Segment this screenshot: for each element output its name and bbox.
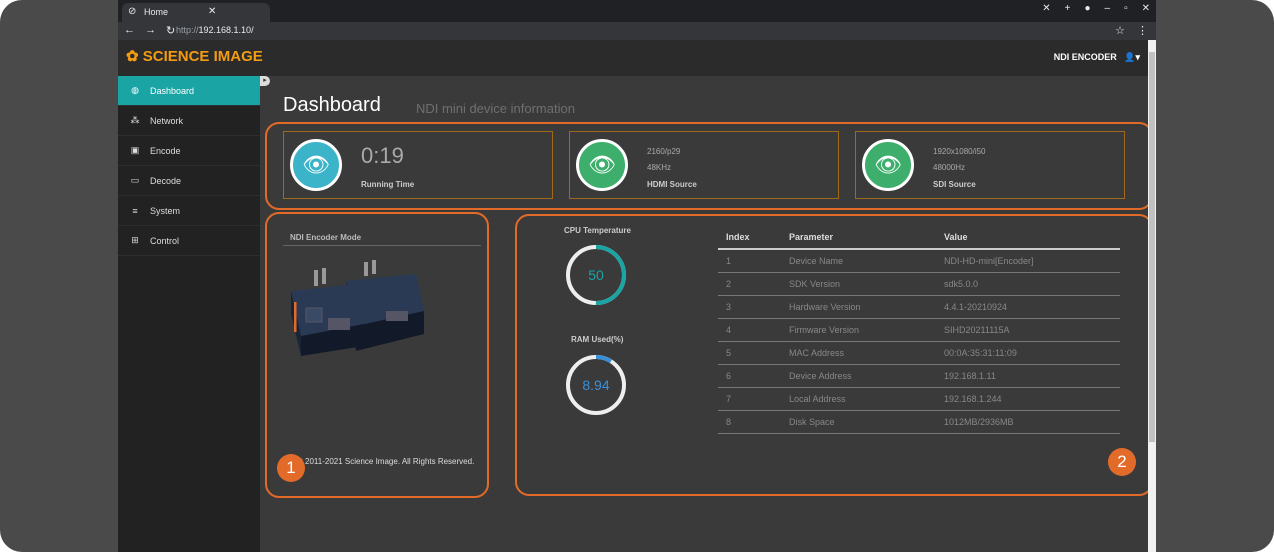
highlight-box-2 [515, 214, 1153, 496]
sidebar: ◍ Dashboard ⁂ Network ▣ Encode ▭ Decode ≡ Sys… [118, 76, 260, 552]
tab-title: Home [144, 7, 169, 17]
device-mode-label: NDI ENCODER [1053, 52, 1117, 62]
page-title: Dashboard [283, 94, 381, 116]
network-icon: ⁂ [130, 115, 140, 125]
sidebar-item-encode[interactable]: ▣ Encode [118, 136, 260, 166]
scrollbar[interactable] [1148, 40, 1156, 552]
callout-badge-1: 1 [277, 454, 305, 482]
sidebar-item-label: System [150, 205, 181, 216]
page-subtitle: NDI mini device information [416, 101, 575, 116]
screenshot-frame: ⊘ Home ✕ ✕ + ● – ▫ ✕ ← → ↻ http://192.16… [0, 0, 1274, 552]
close-window-icon[interactable]: ✕ [1142, 3, 1150, 14]
sidebar-item-label: Dashboard [150, 85, 195, 96]
dashboard-icon: ◍ [131, 85, 139, 95]
new-tab-icon[interactable]: + [1065, 3, 1071, 14]
browser-window: ⊘ Home ✕ ✕ + ● – ▫ ✕ ← → ↻ http://192.16… [118, 0, 1156, 552]
grid-icon: ⊞ [131, 235, 139, 245]
logo[interactable]: ✿ SCIENCE IMAGE [126, 47, 263, 65]
address-bar: ← → ↻ http://192.168.1.10/ ☆ ⋮ [118, 22, 1156, 40]
menu-dots-icon[interactable]: ⋮ [1137, 24, 1148, 37]
sidebar-item-decode[interactable]: ▭ Decode [118, 166, 260, 196]
sidebar-item-network[interactable]: ⁂ Network [118, 106, 260, 136]
highlight-box-cards [265, 122, 1153, 210]
sidebar-item-control[interactable]: ⊞ Control [118, 226, 260, 256]
bookmark-star-icon[interactable]: ☆ [1115, 24, 1125, 37]
callout-badge-2: 2 [1108, 448, 1136, 476]
highlight-box-1 [265, 212, 489, 498]
minimize-icon[interactable]: – [1105, 3, 1111, 14]
close-tab-icon[interactable]: ✕ [208, 6, 216, 17]
url-field[interactable]: http://192.168.1.10/ [176, 25, 254, 35]
menu-icon: ≡ [132, 205, 138, 216]
gear-icon: ✿ [126, 48, 139, 65]
sidebar-item-label: Network [150, 115, 184, 126]
sidebar-item-label: Encode [150, 145, 181, 156]
tab-close-icon[interactable]: ✕ [1042, 3, 1050, 14]
sidebar-item-label: Control [150, 235, 180, 246]
app-header: ✿ SCIENCE IMAGE NDI ENCODER 👤▾ [118, 40, 1148, 76]
sidebar-item-system[interactable]: ≡ System [118, 196, 260, 226]
window-controls: ✕ + ● – ▫ ✕ [1042, 3, 1150, 14]
monitor-icon: ▭ [130, 175, 140, 185]
record-icon[interactable]: ● [1084, 3, 1090, 14]
sidebar-toggle-icon[interactable]: ▸ [260, 76, 270, 86]
reload-icon[interactable]: ↻ [166, 24, 175, 37]
back-icon[interactable]: ← [124, 24, 135, 37]
user-icon[interactable]: 👤▾ [1124, 52, 1140, 62]
image-icon: ▣ [130, 145, 140, 155]
sidebar-item-dashboard[interactable]: ◍ Dashboard [118, 76, 260, 106]
globe-icon: ⊘ [128, 6, 137, 17]
forward-icon[interactable]: → [145, 24, 156, 37]
sidebar-item-label: Decode [150, 175, 182, 186]
header-right[interactable]: NDI ENCODER 👤▾ [1054, 52, 1140, 63]
logo-text: SCIENCE IMAGE [142, 48, 263, 65]
url-host: 192.168.1.10/ [198, 25, 254, 35]
maximize-icon[interactable]: ▫ [1124, 3, 1128, 14]
browser-tab[interactable]: ⊘ Home ✕ [122, 3, 270, 22]
scrollbar-thumb[interactable] [1149, 52, 1155, 442]
tab-bar: ⊘ Home ✕ ✕ + ● – ▫ ✕ [118, 0, 1156, 22]
url-prefix: http:// [176, 25, 199, 35]
